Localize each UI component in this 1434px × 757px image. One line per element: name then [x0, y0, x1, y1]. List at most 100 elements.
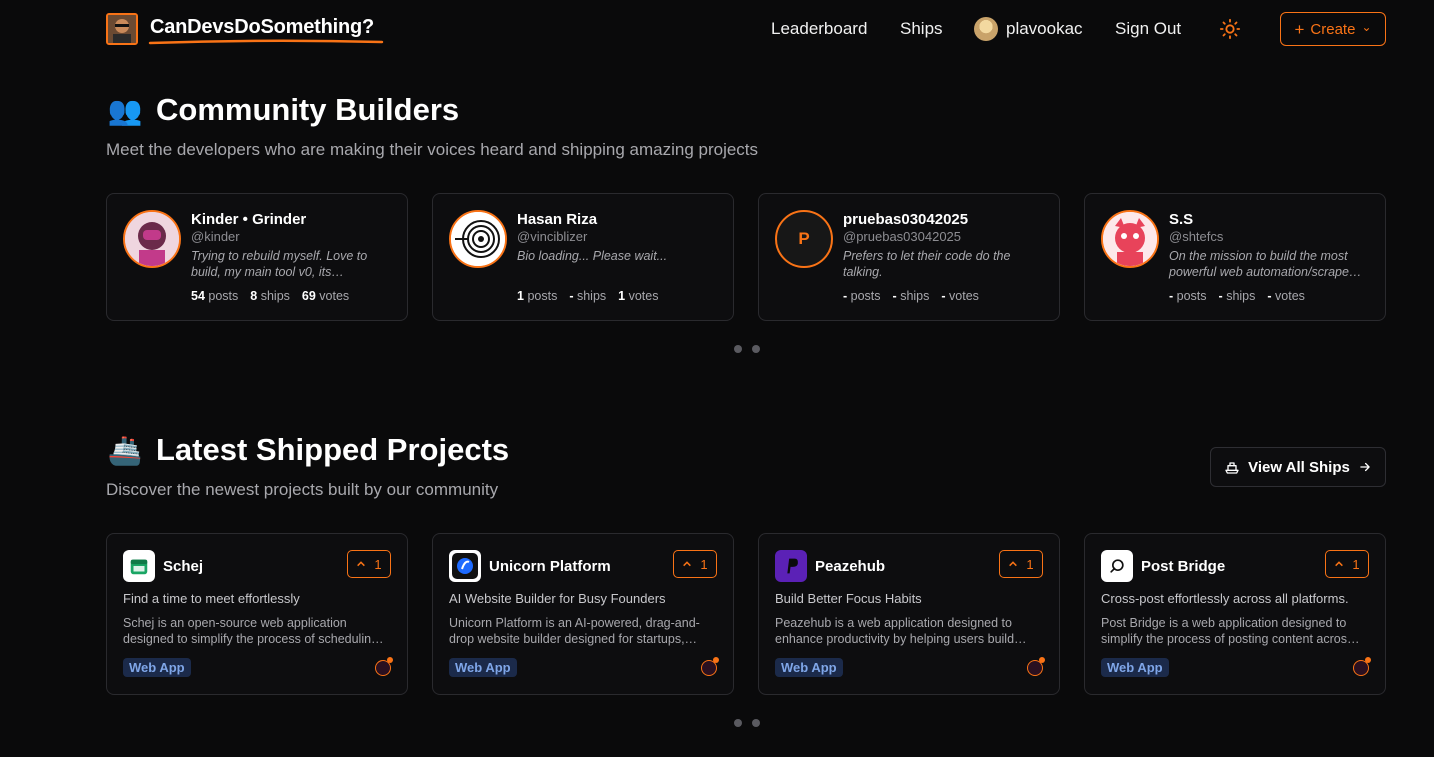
- ship-tagline: Build Better Focus Habits: [775, 591, 922, 606]
- builders-title-text: Community Builders: [156, 92, 460, 127]
- chevron-up-icon: [1009, 561, 1018, 567]
- upvote-button[interactable]: 1: [347, 550, 391, 578]
- builder-bio: Trying to rebuild myself. Love to build,…: [191, 249, 368, 279]
- builder-handle: @shtefcs: [1169, 229, 1224, 244]
- ship-tagline: Cross-post effortlessly across all platf…: [1101, 591, 1349, 606]
- ships-title: 🚢 Latest Shipped Projects: [106, 432, 510, 468]
- logo-underline: [148, 39, 384, 45]
- ships-title-text: Latest Shipped Projects: [156, 432, 510, 467]
- nav-ships[interactable]: Ships: [900, 19, 943, 39]
- ship-name: Schej: [163, 558, 204, 575]
- votes-label: votes: [319, 289, 350, 303]
- votes-count: 1: [618, 289, 626, 303]
- ship-outline-icon: [1225, 462, 1239, 474]
- ship-icon: 🚢: [107, 434, 143, 466]
- ship-tagline: Find a time to meet effortlessly: [123, 591, 300, 606]
- ships-label: ships: [260, 289, 290, 303]
- posts-label: posts: [208, 289, 239, 303]
- top-nav: CanDevsDoSomething? Leaderboard Ships pl…: [0, 0, 1434, 58]
- builder-card[interactable]: P pruebas03042025 @pruebas03042025 Prefe…: [758, 193, 1060, 321]
- user-avatar[interactable]: [974, 17, 998, 41]
- ship-description: Schej is an open-source web application …: [123, 616, 384, 646]
- logo-text[interactable]: CanDevsDoSomething?: [150, 16, 374, 39]
- ships-carousel-dots: [734, 719, 760, 727]
- builder-card[interactable]: S.S @shtefcs On the mission to build the…: [1084, 193, 1386, 321]
- ship-card[interactable]: Post Bridge 1 Cross-post effortlessly ac…: [1084, 533, 1386, 695]
- ships-label: ships: [1226, 289, 1256, 303]
- builder-name: S.S: [1169, 211, 1194, 228]
- view-all-label: View All Ships: [1248, 458, 1350, 476]
- unicorn-icon: [449, 550, 481, 582]
- post-bridge-icon: [1101, 550, 1133, 582]
- ship-card[interactable]: Peazehub 1 Build Better Focus Habits Pea…: [758, 533, 1060, 695]
- sign-out-link[interactable]: Sign Out: [1115, 19, 1181, 39]
- posts-label: posts: [850, 289, 881, 303]
- carousel-dot[interactable]: [752, 719, 760, 727]
- peazehub-icon: [775, 550, 807, 582]
- ships-count: 8: [250, 289, 258, 303]
- status-dot: [387, 657, 393, 663]
- builder-avatar: [1101, 210, 1159, 268]
- vote-count: 1: [700, 556, 708, 572]
- builder-avatar: [449, 210, 507, 268]
- status-dot: [1039, 657, 1045, 663]
- ships-count: -: [892, 289, 897, 303]
- upvote-button[interactable]: 1: [1325, 550, 1369, 578]
- logo-avatar[interactable]: [106, 13, 138, 45]
- votes-count: 69: [301, 289, 316, 303]
- ship-description: Unicorn Platform is an AI-powered, drag-…: [449, 616, 700, 646]
- vote-count: 1: [1352, 556, 1360, 572]
- ship-tagline: AI Website Builder for Busy Founders: [449, 591, 666, 606]
- posts-count: -: [843, 289, 848, 303]
- view-all-ships-button[interactable]: View All Ships: [1210, 447, 1386, 487]
- ships-count: -: [569, 289, 574, 303]
- chevron-up-icon: [357, 561, 366, 567]
- builder-bio: Bio loading... Please wait...: [517, 249, 668, 263]
- chevron-down-icon: ⌄: [1361, 20, 1372, 34]
- chevron-up-icon: [1335, 561, 1344, 567]
- carousel-dot[interactable]: [734, 719, 742, 727]
- category-badge: Web App: [449, 658, 517, 677]
- arrow-right-icon: [1360, 462, 1370, 472]
- ship-name: Unicorn Platform: [489, 558, 611, 575]
- builder-card[interactable]: Kinder • Grinder @kinder Trying to rebui…: [106, 193, 408, 321]
- builders-title: 👥 Community Builders: [106, 92, 460, 128]
- builders-carousel-dots: [734, 345, 760, 353]
- page: CanDevsDoSomething? Leaderboard Ships pl…: [0, 0, 1434, 757]
- ship-name: Peazehub: [815, 558, 886, 575]
- builder-handle: @vinciblizer: [517, 229, 588, 244]
- posts-label: posts: [1176, 289, 1207, 303]
- vote-count: 1: [374, 556, 382, 572]
- carousel-dot[interactable]: [734, 345, 742, 353]
- posts-count: 1: [517, 289, 524, 303]
- nav-username[interactable]: plavookac: [1006, 19, 1083, 39]
- upvote-button[interactable]: 1: [673, 550, 717, 578]
- votes-count: -: [941, 289, 946, 303]
- ship-description: Peazehub is a web application designed t…: [775, 616, 1027, 646]
- nav-leaderboard[interactable]: Leaderboard: [771, 19, 867, 39]
- ships-subtitle: Discover the newest projects built by ou…: [106, 480, 499, 499]
- ship-card[interactable]: Schej 1 Find a time to meet effortlessly…: [106, 533, 408, 695]
- builder-initial: P: [798, 229, 810, 248]
- carousel-dot[interactable]: [752, 345, 760, 353]
- calendar-icon: [123, 550, 155, 582]
- builder-stats: - posts - ships - votes: [843, 289, 979, 303]
- builder-name: Kinder • Grinder: [191, 211, 307, 228]
- votes-label: votes: [949, 289, 979, 303]
- posts-count: -: [1169, 289, 1174, 303]
- upvote-button[interactable]: 1: [999, 550, 1043, 578]
- builder-name: pruebas03042025: [843, 211, 969, 228]
- votes-label: votes: [1275, 289, 1305, 303]
- ships-label: ships: [900, 289, 930, 303]
- builder-card[interactable]: Hasan Riza @vinciblizer Bio loading... P…: [432, 193, 734, 321]
- builder-name: Hasan Riza: [517, 211, 598, 228]
- ships-label: ships: [576, 289, 607, 303]
- create-button[interactable]: + Create ⌄: [1280, 12, 1386, 46]
- sun-icon[interactable]: [1219, 18, 1241, 40]
- ship-description: Post Bridge is a web application designe…: [1101, 616, 1360, 646]
- people-icon: 👥: [107, 94, 143, 126]
- ships-count: -: [1218, 289, 1223, 303]
- vote-count: 1: [1026, 556, 1034, 572]
- ship-card[interactable]: Unicorn Platform 1 AI Website Builder fo…: [432, 533, 734, 695]
- ship-name: Post Bridge: [1141, 558, 1226, 575]
